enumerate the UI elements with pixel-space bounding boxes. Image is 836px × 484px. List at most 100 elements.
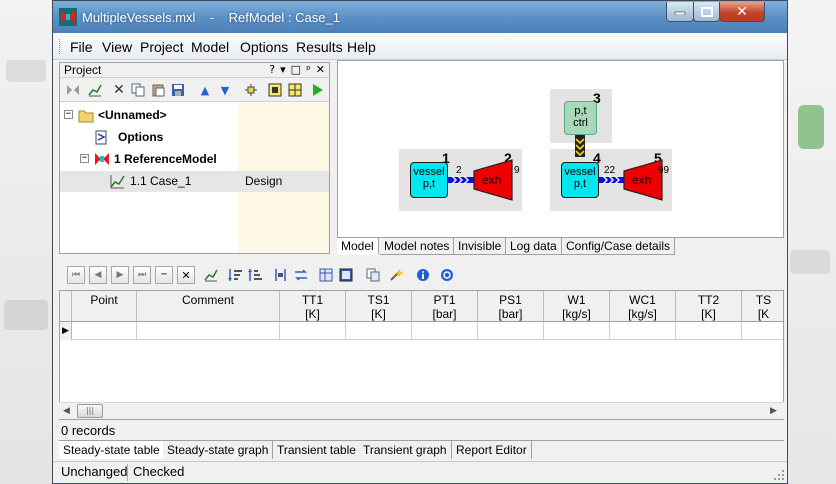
first-record-button[interactable]: ⏮ <box>67 266 85 284</box>
maximize-button[interactable] <box>693 2 720 22</box>
tab-invisible[interactable]: Invisible <box>454 238 507 255</box>
help-icon[interactable]: ? <box>269 63 275 76</box>
project-panel: Project ? ▾ □ ᵖ ✕ ✕ ▲ ▼ − <Unnamed> Opti… <box>59 62 330 254</box>
expand-icon[interactable] <box>243 82 259 98</box>
menu-model[interactable]: Model <box>191 39 229 55</box>
tab-report-editor[interactable]: Report Editor <box>452 441 532 459</box>
tab-steady-state-table[interactable]: Steady-state table <box>59 441 165 459</box>
collapse-icon[interactable]: − <box>64 110 73 119</box>
menu-file[interactable]: File <box>70 39 93 55</box>
close-button[interactable]: ✕ <box>719 2 765 22</box>
last-record-button[interactable]: ⏭ <box>133 266 151 284</box>
info-icon[interactable] <box>415 267 431 283</box>
copy-icon[interactable] <box>130 82 146 98</box>
tree-item-options[interactable]: Options <box>60 127 329 148</box>
scroll-right-icon[interactable]: ▶ <box>770 406 777 416</box>
pin-icon[interactable]: ᵖ <box>306 63 311 76</box>
case-chart-icon[interactable] <box>87 82 103 98</box>
copy-table-icon[interactable] <box>365 267 381 283</box>
tab-log-data[interactable]: Log data <box>506 238 562 255</box>
column-header-comment[interactable]: Comment <box>137 291 280 322</box>
table-cell[interactable] <box>280 322 346 340</box>
table-cell[interactable] <box>137 322 280 340</box>
tab-transient-graph[interactable]: Transient graph <box>359 441 452 459</box>
float-icon[interactable]: □ <box>291 63 301 76</box>
column-header-tt1[interactable]: TT1 [K] <box>280 291 346 322</box>
dropdown-icon[interactable]: ▾ <box>280 63 286 76</box>
panel-close-icon[interactable]: ✕ <box>316 63 325 76</box>
sort-ascending-icon[interactable] <box>227 267 243 283</box>
column-header-point[interactable]: Point <box>72 291 137 322</box>
menu-help[interactable]: Help <box>347 39 376 55</box>
model-gray-icon[interactable] <box>65 82 81 98</box>
resize-grip-icon[interactable] <box>773 469 785 481</box>
minimize-button[interactable] <box>666 2 694 22</box>
horizontal-scrollbar[interactable]: ◀ ||| ▶ <box>59 402 784 419</box>
tree-value: Design <box>245 174 283 188</box>
menu-results[interactable]: Results <box>296 39 343 55</box>
table-cell[interactable] <box>346 322 412 340</box>
tab-model[interactable]: Model <box>337 238 379 255</box>
tree-item-case[interactable]: 1.1 Case_1 Design <box>60 171 329 192</box>
vessel-component[interactable]: vessel p,t <box>561 162 599 198</box>
sort-descending-icon[interactable] <box>247 267 263 283</box>
table-cell[interactable] <box>478 322 544 340</box>
delete-record-button[interactable]: ━ <box>155 266 173 284</box>
move-columns-icon[interactable] <box>273 267 289 283</box>
delete-icon[interactable]: ✕ <box>111 82 127 98</box>
help-about-icon[interactable] <box>439 267 455 283</box>
scroll-thumb[interactable]: ||| <box>77 404 103 418</box>
title-bar[interactable]: MultipleVessels.mxl - RefModel : Case_1 … <box>53 1 787 33</box>
table-row[interactable]: ▶ <box>60 322 783 340</box>
swap-columns-icon[interactable] <box>293 267 309 283</box>
column-header-ts1[interactable]: TS1 [K] <box>346 291 412 322</box>
collapse-icon[interactable]: − <box>80 154 89 163</box>
column-header-ps1[interactable]: PS1 [bar] <box>478 291 544 322</box>
control-sublabel: ctrl <box>573 117 588 129</box>
scroll-left-icon[interactable]: ◀ <box>63 406 70 416</box>
arrow-up-icon[interactable]: ▲ <box>197 82 213 98</box>
close-icon: ✕ <box>736 3 748 20</box>
cancel-record-button[interactable]: ✕ <box>177 266 195 284</box>
stop-icon[interactable] <box>267 82 283 98</box>
menu-project[interactable]: Project <box>140 39 184 55</box>
tab-config-case-details[interactable]: Config/Case details <box>562 238 676 255</box>
grid-icon[interactable] <box>287 82 303 98</box>
flow-link <box>448 175 474 185</box>
column-header-w1[interactable]: W1 [kg/s] <box>544 291 610 322</box>
table-cell[interactable] <box>676 322 742 340</box>
app-icon <box>59 8 77 26</box>
tree-item-reference-model[interactable]: − 1 ReferenceModel <box>60 149 329 170</box>
table-import-icon[interactable] <box>319 267 335 283</box>
prev-record-button[interactable]: ◀ <box>89 266 107 284</box>
column-header-tt2[interactable]: TT2 [K] <box>676 291 742 322</box>
column-header-pt1[interactable]: PT1 [bar] <box>412 291 478 322</box>
table-cell[interactable] <box>610 322 676 340</box>
model-canvas[interactable]: 1 vessel p,t 2 2 exh 9 3 p,t ctrl 4 vess <box>337 60 784 238</box>
wizard-icon[interactable] <box>389 267 405 283</box>
table-export-icon[interactable] <box>339 267 355 283</box>
run-icon[interactable] <box>309 82 325 98</box>
tab-model-notes[interactable]: Model notes <box>380 238 455 255</box>
save-icon[interactable] <box>170 82 186 98</box>
tab-steady-state-graph[interactable]: Steady-state graph <box>163 441 274 459</box>
background-left <box>0 0 52 484</box>
tree-item-unnamed[interactable]: − <Unnamed> <box>60 105 329 126</box>
menu-view[interactable]: View <box>102 39 132 55</box>
arrow-down-icon[interactable]: ▼ <box>217 82 233 98</box>
steady-state-table[interactable]: Point Comment TT1 [K] TS1 [K] PT1 [bar] PS1… <box>59 290 784 420</box>
vessel-component[interactable]: vessel p,t <box>410 162 448 198</box>
graph-icon[interactable] <box>203 267 219 283</box>
next-record-button[interactable]: ▶ <box>111 266 129 284</box>
control-component[interactable]: p,t ctrl <box>564 101 597 135</box>
column-header-wc1[interactable]: WC1 [kg/s] <box>610 291 676 322</box>
table-cell[interactable] <box>544 322 610 340</box>
menu-options[interactable]: Options <box>240 39 288 55</box>
paste-icon[interactable] <box>150 82 166 98</box>
table-cell[interactable] <box>412 322 478 340</box>
grid-toolbar: ⏮ ◀ ▶ ⏭ ━ ✕ <box>59 263 784 289</box>
tab-transient-table[interactable]: Transient table <box>273 441 361 459</box>
project-tree: − <Unnamed> Options − 1 ReferenceModel 1… <box>60 103 329 253</box>
column-header-ts[interactable]: TS [K <box>742 291 783 322</box>
table-cell[interactable] <box>72 322 137 340</box>
